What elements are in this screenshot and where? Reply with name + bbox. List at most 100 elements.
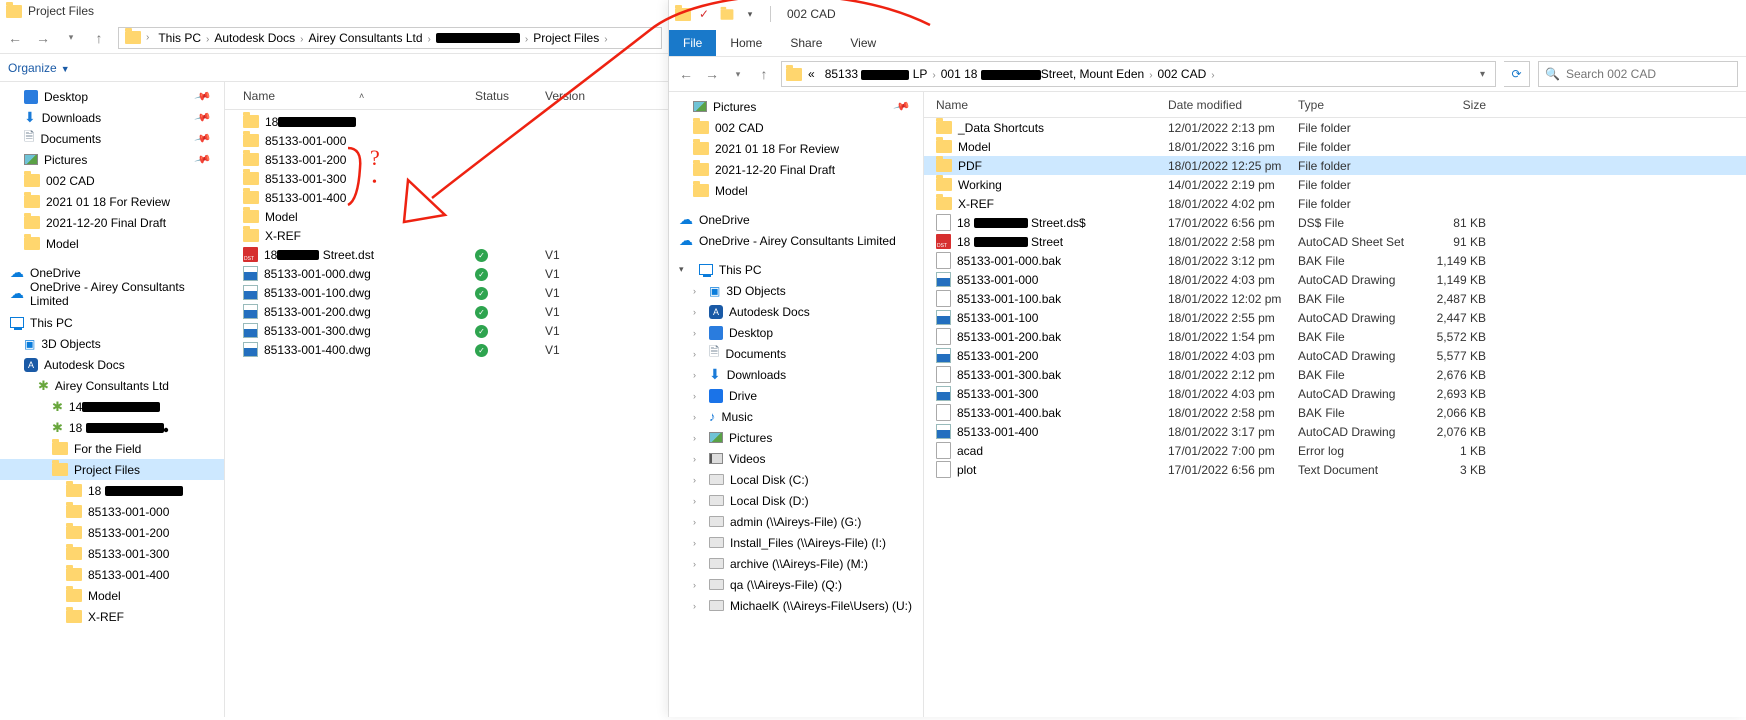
col-version[interactable]: Version xyxy=(545,89,625,103)
right-nav-tree[interactable]: Pictures📌002 CAD2021 01 18 For Review202… xyxy=(669,92,924,717)
list-item[interactable]: X-REF xyxy=(225,226,668,245)
tree-item[interactable]: 2021-12-20 Final Draft xyxy=(0,212,224,233)
list-item[interactable]: _Data Shortcuts12/01/2022 2:13 pmFile fo… xyxy=(924,118,1746,137)
col-name[interactable]: Name xyxy=(243,89,275,103)
crumb[interactable]: 001 18 Street, Mount Eden xyxy=(937,65,1148,83)
list-item[interactable]: 85133-001-300.bak18/01/2022 2:12 pmBAK F… xyxy=(924,365,1746,384)
tree-item[interactable]: 002 CAD xyxy=(669,117,923,138)
crumb[interactable]: This PC xyxy=(154,29,205,47)
crumb[interactable]: Autodesk Docs xyxy=(210,29,299,47)
forward-button[interactable]: → xyxy=(703,66,721,82)
crumb[interactable] xyxy=(432,29,524,47)
tab-share[interactable]: Share xyxy=(776,30,836,56)
tree-item[interactable]: Model xyxy=(0,233,224,254)
tree-item[interactable]: ›♪Music xyxy=(669,406,923,427)
list-item[interactable]: 85133-001-000.dwg✓V1 xyxy=(225,264,668,283)
list-item[interactable]: 85133-001-000.bak18/01/2022 3:12 pmBAK F… xyxy=(924,251,1746,270)
tree-item[interactable]: ›Local Disk (C:) xyxy=(669,469,923,490)
list-item[interactable]: 85133-001-100.dwg✓V1 xyxy=(225,283,668,302)
tree-item[interactable]: ›⬇Downloads xyxy=(669,364,923,385)
col-size[interactable]: Size xyxy=(1426,98,1486,112)
search-input[interactable] xyxy=(1566,67,1731,81)
tree-this-pc[interactable]: This PC xyxy=(0,312,224,333)
tree-item[interactable]: ✱18 xyxy=(0,417,224,438)
tree-item[interactable]: ☁OneDrive - Airey Consultants Limited xyxy=(669,230,923,251)
refresh-button[interactable]: ⟳ xyxy=(1504,61,1530,87)
up-button[interactable]: ↑ xyxy=(755,66,773,82)
col-date[interactable]: Date modified xyxy=(1168,98,1298,112)
crumb[interactable]: Project Files xyxy=(529,29,603,47)
tab-home[interactable]: Home xyxy=(716,30,776,56)
tab-view[interactable]: View xyxy=(836,30,890,56)
tree-item[interactable]: 85133-001-200 xyxy=(0,522,224,543)
crumb[interactable]: 85133 LP xyxy=(821,65,932,83)
tree-item[interactable]: 🗎Documents📌 xyxy=(0,128,224,149)
list-item[interactable]: acad17/01/2022 7:00 pmError log1 KB xyxy=(924,441,1746,460)
tree-item[interactable]: Model xyxy=(0,585,224,606)
col-type[interactable]: Type xyxy=(1298,98,1426,112)
list-item[interactable]: 85133-001-10018/01/2022 2:55 pmAutoCAD D… xyxy=(924,308,1746,327)
recent-dd[interactable]: ▾ xyxy=(62,32,80,43)
col-name[interactable]: Name xyxy=(936,98,1168,112)
qat-properties[interactable]: ✓ xyxy=(694,4,714,24)
tree-item[interactable]: AAutodesk Docs xyxy=(0,354,224,375)
forward-button[interactable]: → xyxy=(34,30,52,46)
list-item[interactable]: Model xyxy=(225,207,668,226)
tree-item[interactable]: 002 CAD xyxy=(0,170,224,191)
tree-item[interactable]: 85133-001-400 xyxy=(0,564,224,585)
tree-this-pc[interactable]: ▾ This PC xyxy=(669,259,923,280)
list-item[interactable]: plot17/01/2022 6:56 pmText Document3 KB xyxy=(924,460,1746,479)
tree-item[interactable]: 85133-001-000 xyxy=(0,501,224,522)
list-item[interactable]: PDF18/01/2022 12:25 pmFile folder xyxy=(924,156,1746,175)
qat-customize[interactable]: ▾ xyxy=(740,4,760,24)
list-item[interactable]: 85133-001-200.dwg✓V1 xyxy=(225,302,668,321)
tree-item[interactable]: Model xyxy=(669,180,923,201)
tree-item[interactable]: ›Install_Files (\\Aireys-File) (I:) xyxy=(669,532,923,553)
list-item[interactable]: 85133-001-300.dwg✓V1 xyxy=(225,321,668,340)
search-box[interactable]: 🔍 xyxy=(1538,61,1738,87)
list-item[interactable]: 18 Street18/01/2022 2:58 pmAutoCAD Sheet… xyxy=(924,232,1746,251)
left-address-bar[interactable]: › This PC›Autodesk Docs›Airey Consultant… xyxy=(118,27,662,49)
tree-item[interactable]: ›AAutodesk Docs xyxy=(669,301,923,322)
tree-item[interactable]: For the Field xyxy=(0,438,224,459)
list-item[interactable]: Model18/01/2022 3:16 pmFile folder xyxy=(924,137,1746,156)
list-item[interactable]: X-REF18/01/2022 4:02 pmFile folder xyxy=(924,194,1746,213)
address-dropdown[interactable]: ▾ xyxy=(1474,69,1491,80)
right-column-header[interactable]: Name Date modified Type Size xyxy=(924,92,1746,118)
list-item[interactable]: 85133-001-400 xyxy=(225,188,668,207)
tree-item[interactable]: ⬇Downloads📌 xyxy=(0,107,224,128)
tree-item[interactable]: ›qa (\\Aireys-File) (Q:) xyxy=(669,574,923,595)
crumb[interactable]: 002 CAD xyxy=(1154,65,1211,83)
list-item[interactable]: Working14/01/2022 2:19 pmFile folder xyxy=(924,175,1746,194)
tree-item[interactable]: ▣3D Objects xyxy=(0,333,224,354)
tree-item[interactable]: 18 xyxy=(0,480,224,501)
list-item[interactable]: 85133-001-400.dwg✓V1 xyxy=(225,340,668,359)
list-item[interactable]: 85133-001-40018/01/2022 3:17 pmAutoCAD D… xyxy=(924,422,1746,441)
list-item[interactable]: 18 xyxy=(225,112,668,131)
tab-file[interactable]: File xyxy=(669,30,716,56)
tree-item[interactable]: ›Videos xyxy=(669,448,923,469)
tree-item[interactable]: ›archive (\\Aireys-File) (M:) xyxy=(669,553,923,574)
list-item[interactable]: 18 Street.ds$17/01/2022 6:56 pmDS$ File8… xyxy=(924,213,1746,232)
back-button[interactable]: ← xyxy=(6,30,24,46)
tree-item[interactable]: 85133-001-300 xyxy=(0,543,224,564)
tree-item[interactable]: ›▣3D Objects xyxy=(669,280,923,301)
tree-item[interactable]: ☁OneDrive - Airey Consultants Limited xyxy=(0,283,224,304)
tree-item[interactable]: ✱Airey Consultants Ltd xyxy=(0,375,224,396)
list-item[interactable]: 85133-001-30018/01/2022 4:03 pmAutoCAD D… xyxy=(924,384,1746,403)
tree-item[interactable]: ☁OneDrive xyxy=(669,209,923,230)
col-status[interactable]: Status xyxy=(475,89,545,103)
tree-item[interactable]: ›admin (\\Aireys-File) (G:) xyxy=(669,511,923,532)
right-address-bar[interactable]: « 85133 LP›001 18 Street, Mount Eden›002… xyxy=(781,61,1496,87)
list-item[interactable]: 85133-001-20018/01/2022 4:03 pmAutoCAD D… xyxy=(924,346,1746,365)
tree-item[interactable]: Project Files xyxy=(0,459,224,480)
tree-item[interactable]: 2021 01 18 For Review xyxy=(669,138,923,159)
left-column-header[interactable]: Name ˄ Status Version xyxy=(225,82,668,110)
recent-dd[interactable]: ▾ xyxy=(729,69,747,80)
list-item[interactable]: 85133-001-400.bak18/01/2022 2:58 pmBAK F… xyxy=(924,403,1746,422)
tree-item[interactable]: Desktop📌 xyxy=(0,86,224,107)
tree-item[interactable]: ›🗎Documents xyxy=(669,343,923,364)
tree-item[interactable]: ›Local Disk (D:) xyxy=(669,490,923,511)
crumb-overflow[interactable]: « xyxy=(804,65,819,83)
tree-item[interactable]: ✱14 xyxy=(0,396,224,417)
